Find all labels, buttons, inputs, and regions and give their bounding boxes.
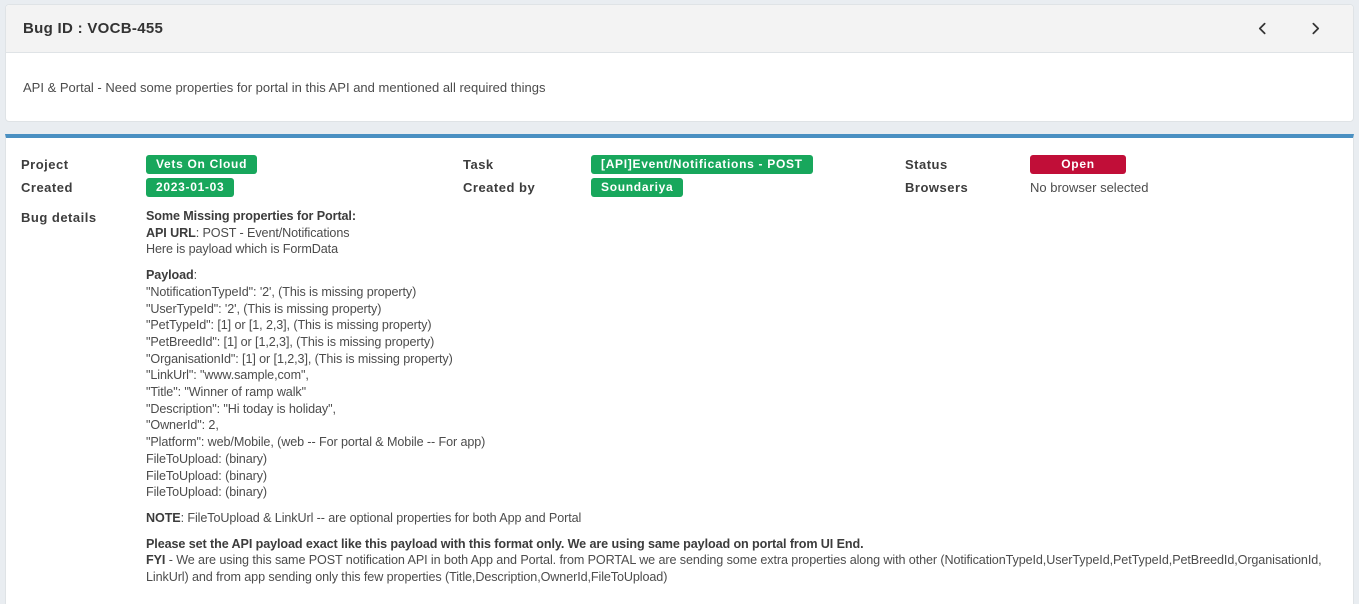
note-paragraph: NOTE: FileToUpload & LinkUrl -- are opti… bbox=[146, 510, 1337, 527]
bug-header-bar: Bug ID : VOCB-455 bbox=[6, 5, 1353, 53]
detail-line: "LinkUrl": "www.sample,com", bbox=[146, 367, 1337, 384]
bug-header-card: Bug ID : VOCB-455 API & Portal - Need so… bbox=[5, 4, 1354, 122]
created-by-label: Created by bbox=[463, 178, 591, 199]
detail-line: FileToUpload: (binary) bbox=[146, 451, 1337, 468]
task-value-cell: [API]Event/Notifications - POST bbox=[591, 155, 905, 178]
browsers-value: No browser selected bbox=[1030, 178, 1149, 195]
created-by-badge: Soundariya bbox=[591, 178, 683, 197]
created-value-cell: 2023-01-03 bbox=[146, 178, 463, 201]
details-intro-paragraph: Some Missing properties for Portal: API … bbox=[146, 208, 1337, 258]
payload-paragraph: Payload: "NotificationTypeId": '2', (Thi… bbox=[146, 267, 1337, 501]
browsers-value-cell: No browser selected bbox=[1030, 178, 1337, 201]
task-label: Task bbox=[463, 155, 591, 176]
created-label: Created bbox=[21, 178, 146, 199]
detail-line: "Platform": web/Mobile, (web -- For port… bbox=[146, 434, 1337, 451]
detail-line: "UserTypeId": '2', (This is missing prop… bbox=[146, 301, 1337, 318]
detail-line: "OrganisationId": [1] or [1,2,3], (This … bbox=[146, 351, 1337, 368]
created-by-value-cell: Soundariya bbox=[591, 178, 905, 201]
bug-detail-page: { "header": { "title": "Bug ID : VOCB-45… bbox=[0, 4, 1359, 604]
chevron-right-icon bbox=[1309, 21, 1322, 36]
detail-line: FileToUpload: (binary) bbox=[146, 468, 1337, 485]
detail-line: "Description": "Hi today is holiday", bbox=[146, 401, 1337, 418]
status-value-cell: Open bbox=[1030, 155, 1337, 178]
bug-nav bbox=[1252, 19, 1325, 39]
bug-details-label: Bug details bbox=[21, 208, 146, 229]
detail-line: Payload: bbox=[146, 267, 1337, 284]
detail-line: FYI - We are using this same POST notifi… bbox=[146, 552, 1337, 585]
status-badge: Open bbox=[1030, 155, 1126, 174]
chevron-left-icon bbox=[1256, 21, 1269, 36]
detail-line: "PetTypeId": [1] or [1, 2,3], (This is m… bbox=[146, 317, 1337, 334]
project-label: Project bbox=[21, 155, 146, 176]
closing-paragraph: Please set the API payload exact like th… bbox=[146, 536, 1337, 586]
project-badge: Vets On Cloud bbox=[146, 155, 257, 174]
detail-line: API URL: POST - Event/Notifications bbox=[146, 225, 1337, 242]
detail-line: FileToUpload: (binary) bbox=[146, 484, 1337, 501]
detail-line: Some Missing properties for Portal: bbox=[146, 208, 1337, 225]
detail-line: "Title": "Winner of ramp walk" bbox=[146, 384, 1337, 401]
browsers-label: Browsers bbox=[905, 178, 1030, 199]
bug-summary-text: API & Portal - Need some properties for … bbox=[6, 53, 1353, 121]
detail-line: Please set the API payload exact like th… bbox=[146, 536, 1337, 553]
created-date-badge: 2023-01-03 bbox=[146, 178, 234, 197]
detail-line: "PetBreedId": [1] or [1,2,3], (This is m… bbox=[146, 334, 1337, 351]
bug-details-card: Project Vets On Cloud Task [API]Event/No… bbox=[5, 134, 1354, 604]
task-badge: [API]Event/Notifications - POST bbox=[591, 155, 813, 174]
bug-details-content: Some Missing properties for Portal: API … bbox=[146, 208, 1337, 586]
detail-line: Here is payload which is FormData bbox=[146, 241, 1337, 258]
project-value-cell: Vets On Cloud bbox=[146, 155, 463, 178]
bug-id-title: Bug ID : VOCB-455 bbox=[23, 20, 163, 37]
prev-bug-button[interactable] bbox=[1252, 19, 1272, 39]
detail-line: "NotificationTypeId": '2', (This is miss… bbox=[146, 284, 1337, 301]
next-bug-button[interactable] bbox=[1305, 19, 1325, 39]
bug-fields-grid: Project Vets On Cloud Task [API]Event/No… bbox=[21, 155, 1337, 586]
status-label: Status bbox=[905, 155, 1030, 176]
detail-line: "OwnerId": 2, bbox=[146, 417, 1337, 434]
detail-line: NOTE: FileToUpload & LinkUrl -- are opti… bbox=[146, 510, 1337, 527]
